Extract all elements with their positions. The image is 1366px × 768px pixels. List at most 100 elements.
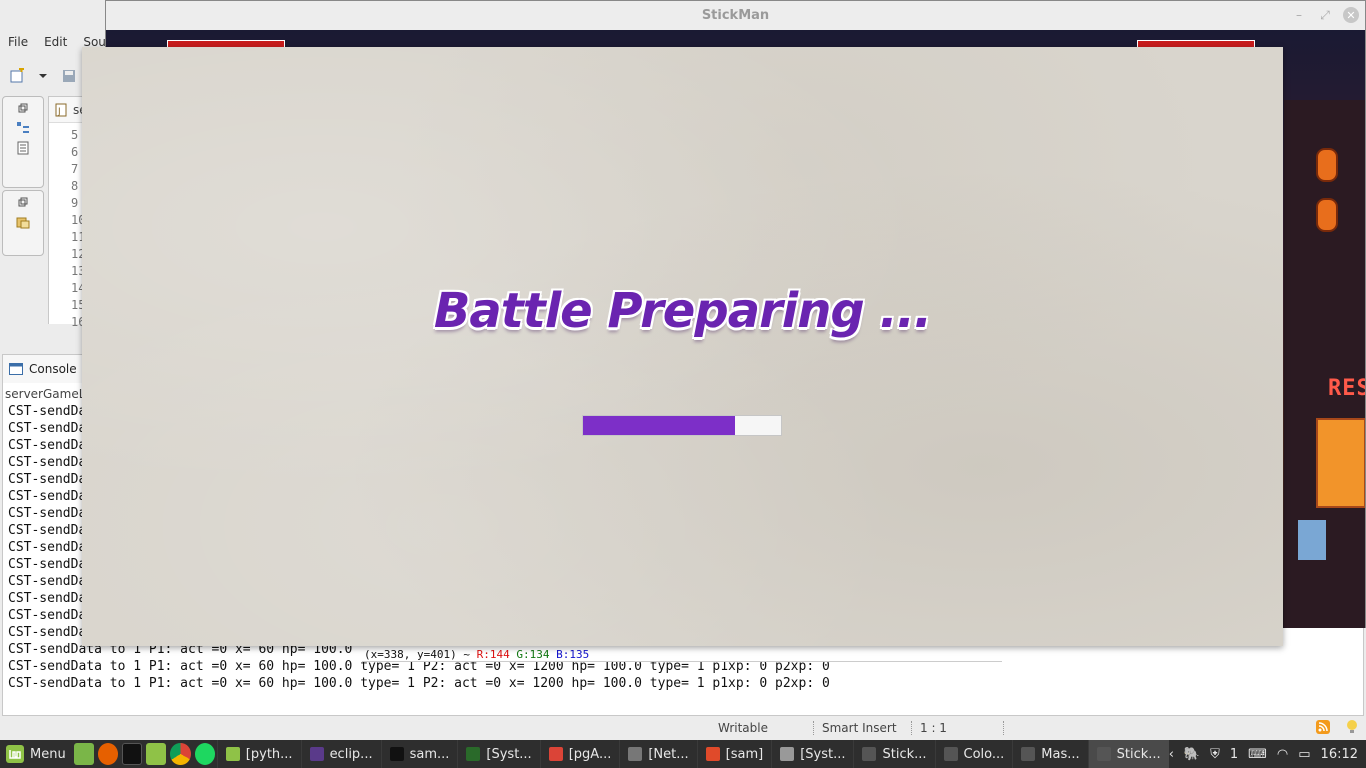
lit-window xyxy=(1316,418,1365,508)
outline-icon[interactable] xyxy=(16,141,30,155)
svg-text:J: J xyxy=(57,107,61,117)
window-icon xyxy=(1096,747,1111,761)
window-icon xyxy=(862,747,877,761)
window-icon xyxy=(1021,747,1036,761)
menu-edit[interactable]: Edit xyxy=(36,35,75,49)
window-icon xyxy=(943,747,958,761)
system-monitor-icon xyxy=(466,747,481,761)
color-picker-tooltip: (x=338, y=401) ~ R:144 G:134 B:135 xyxy=(362,648,1002,662)
wifi-icon[interactable]: ◠ xyxy=(1277,747,1288,762)
stickman-titlebar[interactable]: StickMan xyxy=(106,1,1365,30)
taskbar-window-label: [sam] xyxy=(725,746,764,762)
start-menu-button[interactable]: Menu xyxy=(0,740,72,768)
taskbar-window-label: Stick... xyxy=(1116,746,1161,762)
package-explorer-icon[interactable] xyxy=(16,215,30,229)
taskbar-window-label: sam... xyxy=(409,746,450,762)
firefox-icon[interactable] xyxy=(97,743,119,765)
pixel-blue: B:135 xyxy=(556,648,590,661)
chevron-down-icon[interactable] xyxy=(34,67,52,85)
minimize-icon[interactable]: – xyxy=(1291,7,1307,23)
show-desktop-icon[interactable] xyxy=(73,743,94,765)
lantern xyxy=(1316,148,1338,182)
settings-icon xyxy=(780,747,795,761)
taskbar-window-label: [pyth... xyxy=(245,746,293,762)
keyboard-icon[interactable]: ⌨ xyxy=(1248,747,1267,762)
console-tab-label: Console xyxy=(29,362,77,376)
status-insert-mode: Smart Insert xyxy=(814,721,912,735)
window-controls: – ⤢ ✕ xyxy=(1291,7,1359,23)
clock[interactable]: 16:12 xyxy=(1321,747,1358,762)
loading-screen: Battle Preparing ... xyxy=(82,47,1283,646)
status-cursor-position: 1 : 1 xyxy=(912,721,1004,735)
menu-file[interactable]: File xyxy=(0,35,36,49)
side-toolstack-2 xyxy=(2,190,44,256)
taskbar: Menu [pyth... eclip... sam... [Syst... [pgA.… xyxy=(0,740,1366,768)
neon-figure xyxy=(1298,520,1326,560)
eclipse-statusbar: Writable Smart Insert 1 : 1 xyxy=(710,716,1366,740)
console-subtitle: serverGameL xyxy=(5,387,86,401)
shield-icon[interactable]: ⛨ xyxy=(1210,747,1220,762)
taskbar-window-button[interactable]: [pgA... xyxy=(539,740,620,768)
terminal-icon[interactable] xyxy=(122,743,143,765)
eclipse-icon xyxy=(309,747,324,761)
spotify-icon[interactable] xyxy=(194,743,215,765)
close-icon[interactable]: ✕ xyxy=(1343,7,1359,23)
taskbar-window-label: Stick... xyxy=(882,746,927,762)
taskbar-window-label: [pgA... xyxy=(568,746,612,762)
taskbar-window-button[interactable]: [Syst... xyxy=(771,740,853,768)
tip-lightbulb-icon[interactable] xyxy=(1338,719,1366,738)
battery-icon[interactable]: ▭ xyxy=(1298,747,1310,762)
taskbar-window-label: Colo... xyxy=(963,746,1005,762)
folder-icon xyxy=(225,747,240,761)
mint-logo-icon xyxy=(6,745,24,763)
taskbar-window-label: eclip... xyxy=(329,746,373,762)
chrome-icon[interactable] xyxy=(170,743,191,765)
taskbar-window-button[interactable]: Stick... xyxy=(1087,740,1169,768)
taskbar-window-button[interactable]: [Syst... xyxy=(457,740,539,768)
console-icon xyxy=(9,363,23,375)
system-tray: ‹ 🐘 ⛨ 1 ⌨ ◠ ▭ 16:12 xyxy=(1169,747,1366,762)
taskbar-window-label: [Syst... xyxy=(800,746,846,762)
taskbar-window-button[interactable]: Colo... xyxy=(934,740,1013,768)
start-menu-label: Menu xyxy=(30,746,66,762)
rss-icon[interactable] xyxy=(1308,719,1338,737)
git-icon xyxy=(705,747,720,761)
taskbar-window-button[interactable]: Stick... xyxy=(853,740,934,768)
taskbar-window-button[interactable]: sam... xyxy=(380,740,458,768)
taskbar-window-button[interactable]: [Net... xyxy=(619,740,696,768)
window-title: StickMan xyxy=(701,8,770,23)
taskbar-window-label: [Syst... xyxy=(486,746,532,762)
taskbar-window-label: [Net... xyxy=(648,746,689,762)
chrome-icon xyxy=(548,747,563,761)
neon-sign: REST xyxy=(1328,376,1365,401)
taskbar-window-button[interactable]: eclip... xyxy=(300,740,381,768)
taskbar-window-button[interactable]: [pyth... xyxy=(216,740,301,768)
terminal-icon xyxy=(389,747,404,761)
pixel-green: G:134 xyxy=(516,648,550,661)
save-icon[interactable] xyxy=(60,67,78,85)
loading-progress-fill xyxy=(583,416,736,435)
side-toolstack-1 xyxy=(2,96,44,188)
chevron-left-icon[interactable]: ‹ xyxy=(1169,747,1174,762)
hierarchy-icon[interactable] xyxy=(16,121,30,135)
lantern xyxy=(1316,198,1338,232)
loading-title: Battle Preparing ... xyxy=(433,283,932,339)
restore-icon[interactable] xyxy=(16,101,30,115)
java-file-icon: J xyxy=(55,103,67,117)
taskbar-window-label: Mas... xyxy=(1041,746,1080,762)
pixel-coords: (x=338, y=401) ~ xyxy=(364,648,470,661)
maximize-icon[interactable]: ⤢ xyxy=(1317,7,1333,23)
loading-progress-bar xyxy=(582,415,782,436)
task-list: [pyth... eclip... sam... [Syst... [pgA... [Ne… xyxy=(216,740,1169,768)
new-file-icon[interactable] xyxy=(8,67,26,85)
notification-count[interactable]: 1 xyxy=(1230,747,1238,762)
postgres-icon[interactable]: 🐘 xyxy=(1184,747,1200,762)
restore-icon[interactable] xyxy=(16,195,30,209)
taskbar-window-button[interactable]: [sam] xyxy=(696,740,772,768)
network-icon xyxy=(628,747,643,761)
files-icon[interactable] xyxy=(146,743,167,765)
status-writable: Writable xyxy=(710,721,814,735)
console-line: CST-sendData to 1 P1: act =0 x= 60 hp= 1… xyxy=(8,676,830,691)
pixel-red: R:144 xyxy=(476,648,510,661)
taskbar-window-button[interactable]: Mas... xyxy=(1012,740,1087,768)
